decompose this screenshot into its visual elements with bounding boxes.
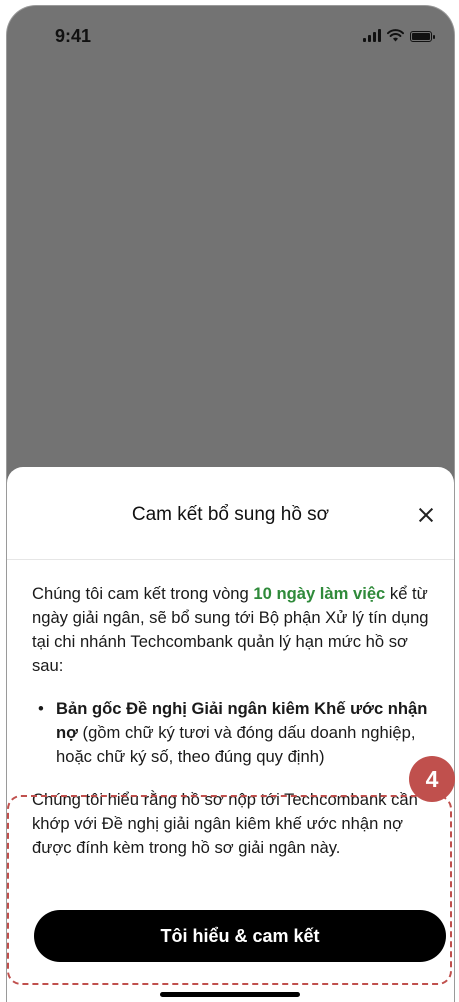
- status-icons: [363, 29, 435, 42]
- status-bar: 9:41: [7, 6, 454, 64]
- signal-icon: [363, 29, 381, 42]
- wifi-icon: [387, 29, 404, 42]
- bullet-marker: •: [38, 699, 44, 718]
- sheet-header: Cam kết bổ sung hồ sơ: [7, 467, 454, 560]
- sheet-title: Cam kết bổ sung hồ sơ: [131, 504, 330, 525]
- deadline-highlight: 10 ngày làm việc: [253, 584, 386, 603]
- confirm-button[interactable]: Tôi hiểu & cam kết: [34, 910, 446, 962]
- home-indicator: [160, 992, 300, 997]
- list-item: • Bản gốc Đề nghị Giải ngân kiêm Khế ước…: [32, 697, 439, 769]
- battery-icon: [410, 31, 435, 42]
- close-icon[interactable]: [414, 503, 438, 527]
- status-time: 9:41: [55, 26, 92, 46]
- step-badge: 4: [409, 756, 455, 802]
- document-detail: (gồm chữ ký tươi và đóng dấu doanh nghiệ…: [56, 723, 416, 766]
- commitment-intro: Chúng tôi cam kết trong vòng 10 ngày làm…: [32, 584, 429, 675]
